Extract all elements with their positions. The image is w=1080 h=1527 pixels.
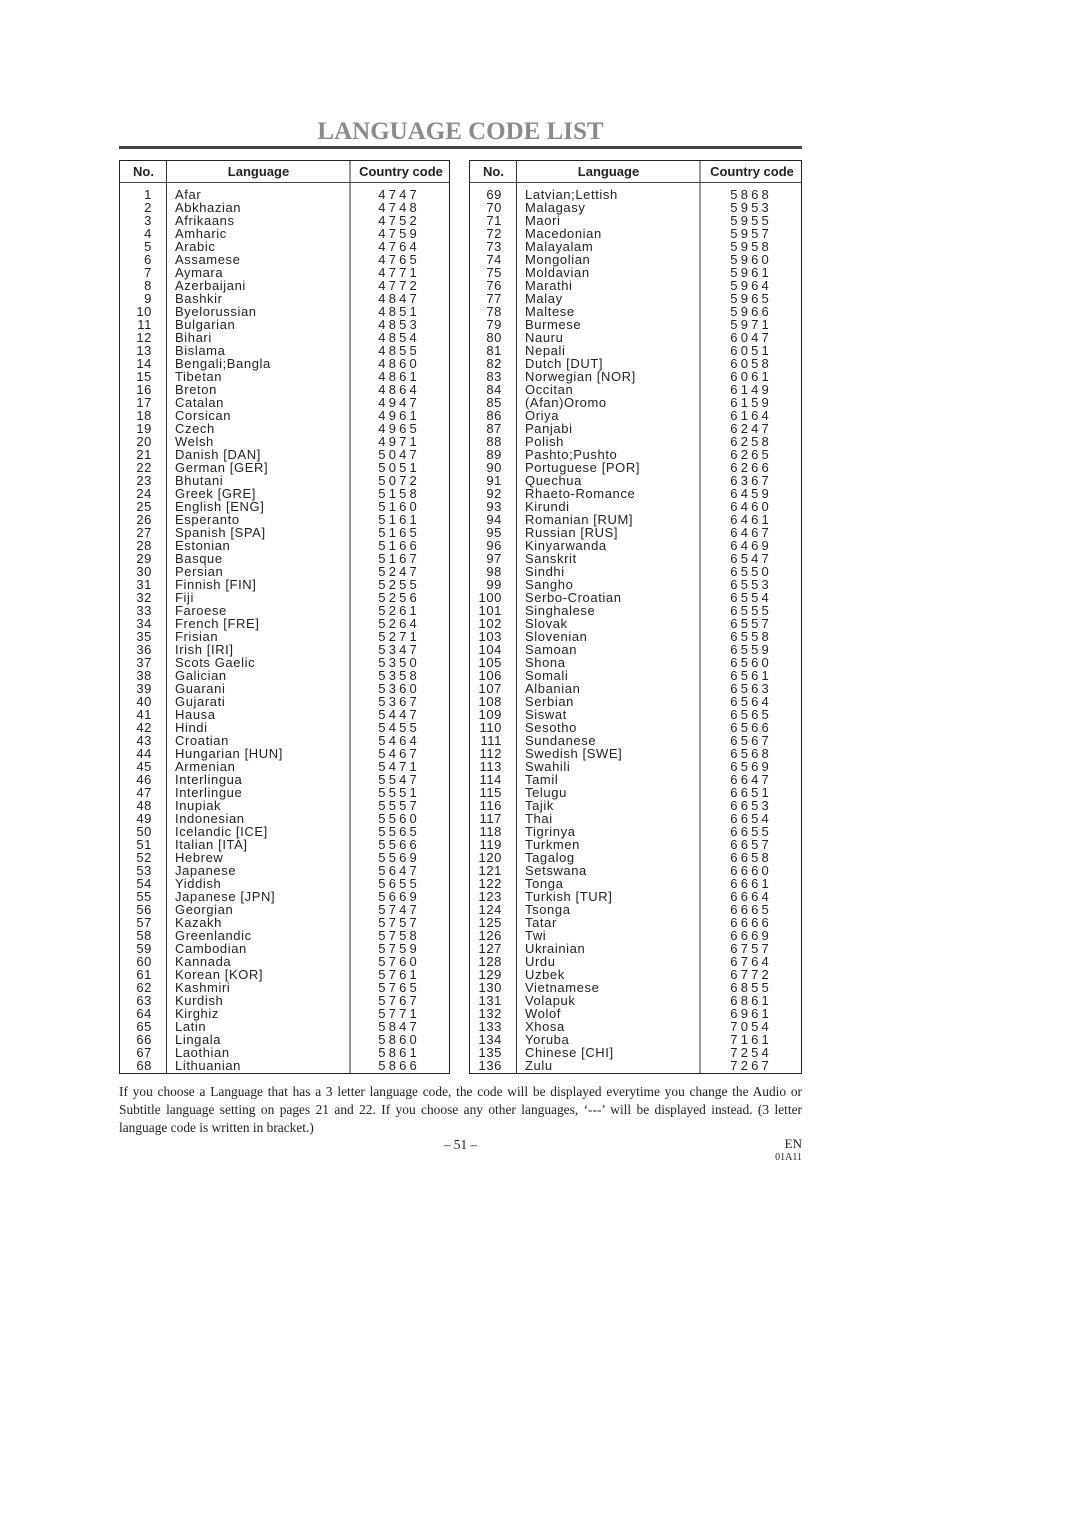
table-body: 69 Latvian;Lettish 5868 70 Malagasy 5953 71 Mao… <box>470 188 801 1072</box>
language-tag: EN <box>784 1136 802 1151</box>
language-table-left: No. Language Country code 1 Afar 4747 2 Abkh… <box>119 160 450 1074</box>
document-code: 01A11 <box>775 1152 802 1163</box>
footnote: If you choose a Language that has a 3 le… <box>119 1084 802 1135</box>
table-body: 1 Afar 4747 2 Abkhazian 4748 3 Afrikaans 4752 4 Am… <box>120 188 449 1072</box>
language-name: Lithuanian <box>175 1058 241 1073</box>
header-language: Language <box>577 164 640 179</box>
language-name: Zulu <box>525 1058 553 1073</box>
row-number: 68 <box>136 1058 152 1073</box>
page-number: – 51 – <box>443 1137 478 1152</box>
header-country-code: Country code <box>359 164 443 179</box>
table-row: 136 Zulu 7267 <box>470 1059 801 1072</box>
header-country-code: Country code <box>710 164 794 179</box>
country-code: 5866 <box>378 1058 420 1073</box>
table-row: 68 Lithuanian 5866 <box>120 1059 449 1072</box>
language-table-right: No. Language Country code 69 Latvian;Lett… <box>469 160 802 1074</box>
header-no: No. <box>133 164 154 179</box>
table-header: No. Language Country code <box>470 161 801 183</box>
header-no: No. <box>483 164 504 179</box>
table-header: No. Language Country code <box>120 161 449 183</box>
row-number: 136 <box>478 1058 502 1073</box>
title-underline <box>119 146 802 149</box>
country-code: 7267 <box>730 1058 772 1073</box>
header-language: Language <box>227 164 290 179</box>
page-title: LANGUAGE CODE LIST <box>317 118 604 145</box>
